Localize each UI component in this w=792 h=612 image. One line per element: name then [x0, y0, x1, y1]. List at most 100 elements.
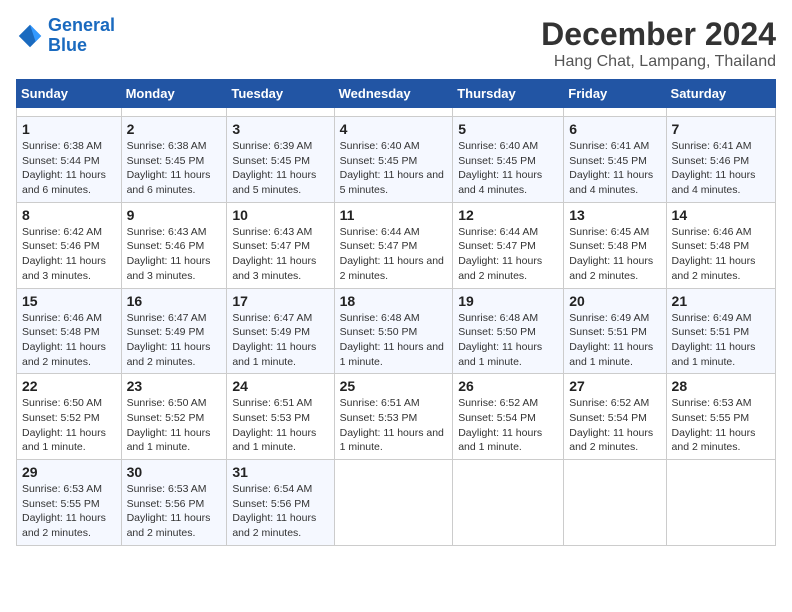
cell-5-2: 31 Sunrise: 6:54 AMSunset: 5:56 PMDayligh… — [227, 460, 334, 546]
week-row-4: 22 Sunrise: 6:50 AMSunset: 5:52 PMDayligh… — [17, 374, 776, 460]
cell-details: Sunrise: 6:41 AMSunset: 5:46 PMDaylight:… — [672, 139, 770, 198]
cell-5-4 — [453, 460, 564, 546]
cell-0-2 — [227, 108, 334, 117]
cell-4-6: 28 Sunrise: 6:53 AMSunset: 5:55 PMDayligh… — [666, 374, 775, 460]
col-header-monday: Monday — [121, 80, 227, 108]
day-number: 26 — [458, 378, 558, 394]
day-number: 9 — [127, 207, 222, 223]
day-number: 20 — [569, 293, 660, 309]
cell-details: Sunrise: 6:38 AMSunset: 5:44 PMDaylight:… — [22, 139, 116, 198]
day-number: 17 — [232, 293, 328, 309]
cell-details: Sunrise: 6:48 AMSunset: 5:50 PMDaylight:… — [340, 311, 448, 370]
cell-1-2: 3 Sunrise: 6:39 AMSunset: 5:45 PMDaylight… — [227, 117, 334, 203]
day-number: 18 — [340, 293, 448, 309]
cell-details: Sunrise: 6:39 AMSunset: 5:45 PMDaylight:… — [232, 139, 328, 198]
cell-details: Sunrise: 6:41 AMSunset: 5:45 PMDaylight:… — [569, 139, 660, 198]
cell-5-5 — [564, 460, 666, 546]
week-row-3: 15 Sunrise: 6:46 AMSunset: 5:48 PMDayligh… — [17, 288, 776, 374]
cell-4-4: 26 Sunrise: 6:52 AMSunset: 5:54 PMDayligh… — [453, 374, 564, 460]
cell-details: Sunrise: 6:43 AMSunset: 5:46 PMDaylight:… — [127, 225, 222, 284]
cell-2-2: 10 Sunrise: 6:43 AMSunset: 5:47 PMDayligh… — [227, 202, 334, 288]
cell-details: Sunrise: 6:50 AMSunset: 5:52 PMDaylight:… — [127, 396, 222, 455]
day-number: 14 — [672, 207, 770, 223]
cell-5-1: 30 Sunrise: 6:53 AMSunset: 5:56 PMDayligh… — [121, 460, 227, 546]
week-row-0 — [17, 108, 776, 117]
cell-details: Sunrise: 6:38 AMSunset: 5:45 PMDaylight:… — [127, 139, 222, 198]
cell-1-3: 4Sunrise: 6:40 AMSunset: 5:45 PMDaylight… — [334, 117, 453, 203]
day-number: 27 — [569, 378, 660, 394]
cell-5-0: 29Sunrise: 6:53 AMSunset: 5:55 PMDayligh… — [17, 460, 122, 546]
cell-2-3: 11Sunrise: 6:44 AMSunset: 5:47 PMDayligh… — [334, 202, 453, 288]
cell-1-4: 5 Sunrise: 6:40 AMSunset: 5:45 PMDaylight… — [453, 117, 564, 203]
day-number: 28 — [672, 378, 770, 394]
cell-details: Sunrise: 6:42 AMSunset: 5:46 PMDaylight:… — [22, 225, 116, 284]
cell-3-1: 16 Sunrise: 6:47 AMSunset: 5:49 PMDayligh… — [121, 288, 227, 374]
cell-0-4 — [453, 108, 564, 117]
day-number: 15 — [22, 293, 116, 309]
cell-details: Sunrise: 6:49 AMSunset: 5:51 PMDaylight:… — [672, 311, 770, 370]
cell-details: Sunrise: 6:40 AMSunset: 5:45 PMDaylight:… — [458, 139, 558, 198]
day-headers: SundayMondayTuesdayWednesdayThursdayFrid… — [17, 80, 776, 108]
col-header-thursday: Thursday — [453, 80, 564, 108]
cell-4-2: 24Sunrise: 6:51 AMSunset: 5:53 PMDayligh… — [227, 374, 334, 460]
cell-4-1: 23Sunrise: 6:50 AMSunset: 5:52 PMDayligh… — [121, 374, 227, 460]
cell-details: Sunrise: 6:47 AMSunset: 5:49 PMDaylight:… — [232, 311, 328, 370]
cell-details: Sunrise: 6:51 AMSunset: 5:53 PMDaylight:… — [340, 396, 448, 455]
day-number: 31 — [232, 464, 328, 480]
day-number: 22 — [22, 378, 116, 394]
cell-details: Sunrise: 6:52 AMSunset: 5:54 PMDaylight:… — [569, 396, 660, 455]
cell-0-6 — [666, 108, 775, 117]
main-title: December 2024 — [541, 16, 776, 53]
cell-2-4: 12Sunrise: 6:44 AMSunset: 5:47 PMDayligh… — [453, 202, 564, 288]
day-number: 1 — [22, 121, 116, 137]
cell-details: Sunrise: 6:46 AMSunset: 5:48 PMDaylight:… — [22, 311, 116, 370]
day-number: 2 — [127, 121, 222, 137]
cell-details: Sunrise: 6:46 AMSunset: 5:48 PMDaylight:… — [672, 225, 770, 284]
day-number: 10 — [232, 207, 328, 223]
cell-details: Sunrise: 6:52 AMSunset: 5:54 PMDaylight:… — [458, 396, 558, 455]
cell-details: Sunrise: 6:53 AMSunset: 5:56 PMDaylight:… — [127, 482, 222, 541]
cell-details: Sunrise: 6:43 AMSunset: 5:47 PMDaylight:… — [232, 225, 328, 284]
day-number: 16 — [127, 293, 222, 309]
cell-details: Sunrise: 6:53 AMSunset: 5:55 PMDaylight:… — [22, 482, 116, 541]
day-number: 8 — [22, 207, 116, 223]
cell-3-2: 17 Sunrise: 6:47 AMSunset: 5:49 PMDayligh… — [227, 288, 334, 374]
cell-3-6: 21 Sunrise: 6:49 AMSunset: 5:51 PMDayligh… — [666, 288, 775, 374]
day-number: 30 — [127, 464, 222, 480]
week-row-2: 8 Sunrise: 6:42 AMSunset: 5:46 PMDaylight… — [17, 202, 776, 288]
day-number: 6 — [569, 121, 660, 137]
col-header-saturday: Saturday — [666, 80, 775, 108]
day-number: 25 — [340, 378, 448, 394]
cell-2-1: 9 Sunrise: 6:43 AMSunset: 5:46 PMDaylight… — [121, 202, 227, 288]
cell-details: Sunrise: 6:53 AMSunset: 5:55 PMDaylight:… — [672, 396, 770, 455]
cell-0-3 — [334, 108, 453, 117]
day-number: 12 — [458, 207, 558, 223]
cell-4-0: 22Sunrise: 6:50 AMSunset: 5:52 PMDayligh… — [17, 374, 122, 460]
cell-0-5 — [564, 108, 666, 117]
logo-line2: Blue — [48, 35, 87, 55]
day-number: 21 — [672, 293, 770, 309]
cell-2-6: 14 Sunrise: 6:46 AMSunset: 5:48 PMDayligh… — [666, 202, 775, 288]
col-header-wednesday: Wednesday — [334, 80, 453, 108]
title-section: December 2024 Hang Chat, Lampang, Thaila… — [541, 16, 776, 71]
week-row-5: 29Sunrise: 6:53 AMSunset: 5:55 PMDayligh… — [17, 460, 776, 546]
cell-details: Sunrise: 6:40 AMSunset: 5:45 PMDaylight:… — [340, 139, 448, 198]
day-number: 5 — [458, 121, 558, 137]
cell-details: Sunrise: 6:45 AMSunset: 5:48 PMDaylight:… — [569, 225, 660, 284]
day-number: 11 — [340, 207, 448, 223]
cell-details: Sunrise: 6:54 AMSunset: 5:56 PMDaylight:… — [232, 482, 328, 541]
cell-5-6 — [666, 460, 775, 546]
cell-1-1: 2 Sunrise: 6:38 AMSunset: 5:45 PMDaylight… — [121, 117, 227, 203]
col-header-friday: Friday — [564, 80, 666, 108]
week-row-1: 1 Sunrise: 6:38 AMSunset: 5:44 PMDaylight… — [17, 117, 776, 203]
cell-1-5: 6 Sunrise: 6:41 AMSunset: 5:45 PMDaylight… — [564, 117, 666, 203]
cell-1-6: 7Sunrise: 6:41 AMSunset: 5:46 PMDaylight… — [666, 117, 775, 203]
logo-line1: General — [48, 15, 115, 35]
cell-2-0: 8 Sunrise: 6:42 AMSunset: 5:46 PMDaylight… — [17, 202, 122, 288]
logo-icon — [16, 22, 44, 50]
cell-details: Sunrise: 6:49 AMSunset: 5:51 PMDaylight:… — [569, 311, 660, 370]
cell-details: Sunrise: 6:47 AMSunset: 5:49 PMDaylight:… — [127, 311, 222, 370]
header: General Blue December 2024 Hang Chat, La… — [16, 16, 776, 71]
day-number: 3 — [232, 121, 328, 137]
cell-3-5: 20 Sunrise: 6:49 AMSunset: 5:51 PMDayligh… — [564, 288, 666, 374]
